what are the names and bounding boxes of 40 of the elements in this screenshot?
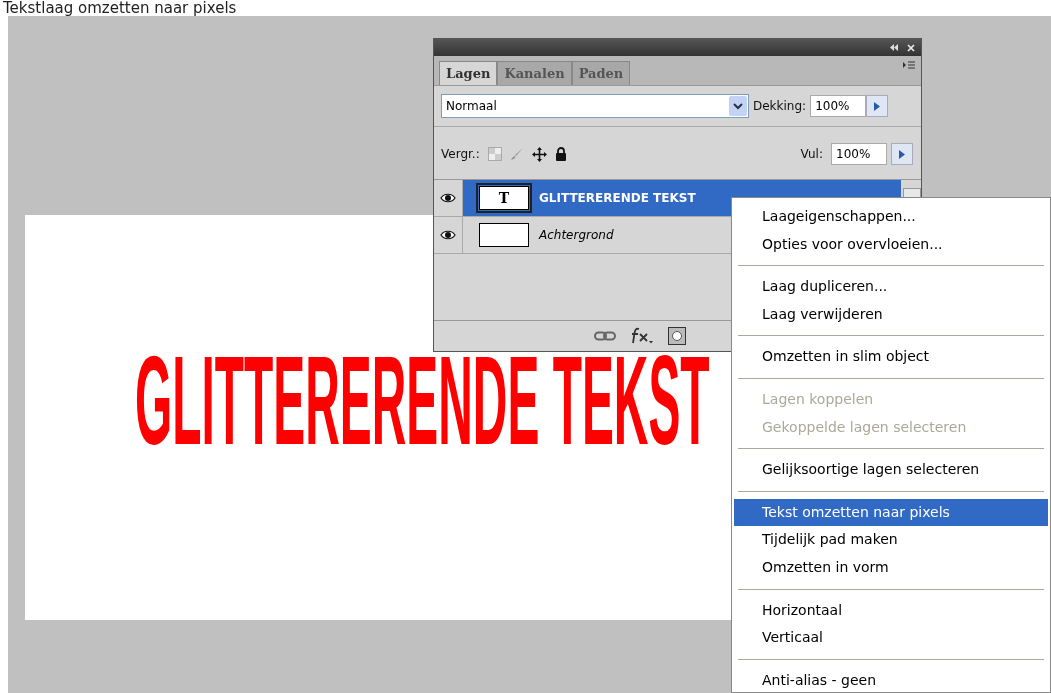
- menu-item[interactable]: Laag dupliceren...: [734, 273, 1048, 301]
- fx-icon[interactable]: [630, 327, 654, 345]
- chevron-icon: [733, 102, 743, 110]
- opacity-field[interactable]: 100%: [810, 95, 867, 117]
- menu-item[interactable]: Laag verwijderen: [734, 300, 1048, 329]
- caret-icon: [899, 149, 905, 159]
- menu-item[interactable]: Omzetten in vorm: [734, 553, 1048, 582]
- lock-label: Vergr.:: [441, 147, 480, 161]
- menu-item[interactable]: Gelijksoortige lagen selecteren: [734, 456, 1048, 484]
- panel-menu-icon[interactable]: [903, 61, 915, 69]
- menu-item[interactable]: Anti-alias - geen: [734, 666, 1048, 692]
- eye-icon: [440, 193, 456, 203]
- fill-slider-button[interactable]: [891, 143, 913, 165]
- canvas-text: GLITTERERENDE TEKST: [135, 353, 710, 448]
- dropdown-button[interactable]: [729, 96, 747, 116]
- menu-item[interactable]: Tijdelijk pad maken: [734, 526, 1048, 554]
- text-layer-glyph: T: [498, 190, 510, 206]
- menu-item[interactable]: Horizontaal: [734, 596, 1048, 625]
- close-icon[interactable]: [907, 43, 915, 52]
- menu-item[interactable]: Tekst omzetten naar pixels: [734, 498, 1048, 527]
- fill-label: Vul:: [800, 147, 823, 161]
- opacity-label: Dekking:: [753, 99, 807, 113]
- fill-field[interactable]: 100%: [831, 143, 887, 165]
- collapse-icon[interactable]: [889, 44, 899, 51]
- menu-item[interactable]: Omzetten in slim object: [734, 343, 1048, 371]
- move-icon[interactable]: [531, 146, 547, 162]
- page-heading: Tekstlaag omzetten naar pixels: [2, 0, 238, 16]
- opacity-slider-button[interactable]: [866, 95, 889, 117]
- layer-name: GLITTERERENDE TEKST: [539, 191, 696, 205]
- blend-mode-dropdown[interactable]: Normaal: [441, 94, 749, 118]
- layer-mask-icon[interactable]: [668, 327, 686, 345]
- link-icon[interactable]: [594, 331, 616, 341]
- panel-tab[interactable]: Lagen: [439, 61, 498, 85]
- menu-item[interactable]: Verticaal: [734, 624, 1048, 652]
- layer-name: Achtergrond: [539, 228, 614, 242]
- eye-icon: [440, 230, 456, 240]
- layer-thumbnail: [479, 223, 529, 247]
- menu-item[interactable]: Opties voor overvloeien...: [734, 230, 1048, 259]
- caret-icon: [874, 101, 881, 111]
- lock-icon[interactable]: [554, 147, 567, 161]
